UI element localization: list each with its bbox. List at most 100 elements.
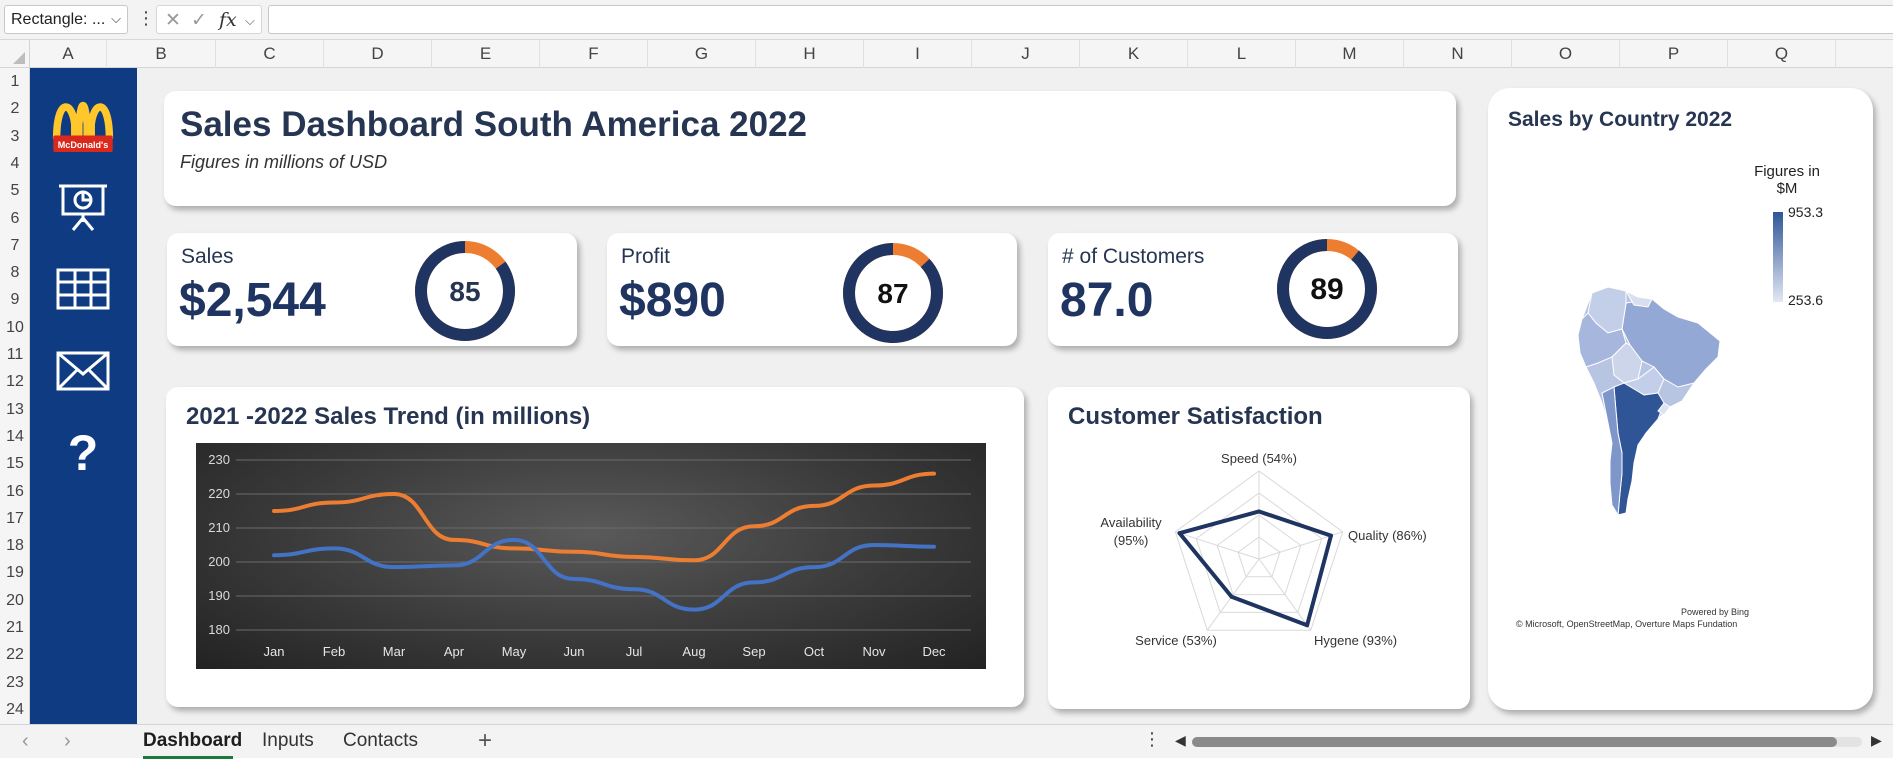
row-header[interactable]: 21 <box>0 614 30 641</box>
series-point <box>812 504 816 508</box>
column-header[interactable]: G <box>648 40 756 68</box>
add-sheet-button[interactable]: + <box>478 727 492 755</box>
column-header[interactable]: H <box>756 40 864 68</box>
chevron-left-icon[interactable]: ‹ <box>22 730 29 753</box>
series-point <box>512 546 516 550</box>
column-header[interactable]: J <box>972 40 1080 68</box>
row-header[interactable]: 18 <box>0 532 30 559</box>
select-all-corner[interactable] <box>0 40 30 68</box>
series-point <box>572 550 576 554</box>
column-headers: ABCDEFGHIJKLMNOPQ <box>0 40 1893 68</box>
row-header[interactable]: 7 <box>0 232 30 259</box>
column-header[interactable]: A <box>30 40 107 68</box>
column-header[interactable]: M <box>1296 40 1404 68</box>
column-header[interactable]: L <box>1188 40 1296 68</box>
column-header[interactable]: N <box>1404 40 1512 68</box>
row-header[interactable]: 12 <box>0 368 30 395</box>
chevron-down-icon[interactable]: ⌵ <box>245 13 255 29</box>
sidebar: McDonald's ? <box>30 68 137 724</box>
donut-label: 89 <box>1310 273 1343 306</box>
row-header[interactable]: 16 <box>0 478 30 505</box>
row-header[interactable]: 22 <box>0 641 30 668</box>
series-point <box>332 546 336 550</box>
x-tick-label: Nov <box>862 644 886 659</box>
formula-bar: Rectangle: ... ⌵ ⋮ ✕ ✓ fx ⌵ <box>0 0 1893 40</box>
y-tick-label: 190 <box>208 588 230 603</box>
more-options-icon[interactable]: ⋮ <box>1143 729 1161 750</box>
kpi-card-customers: # of Customers 87.0 89 <box>1048 233 1458 346</box>
column-header[interactable]: B <box>107 40 216 68</box>
series-point <box>392 492 396 496</box>
x-tick-label: Jul <box>626 644 643 659</box>
row-header[interactable]: 23 <box>0 669 30 696</box>
column-header[interactable]: E <box>432 40 540 68</box>
series-point <box>452 538 456 542</box>
x-tick-label: Feb <box>323 644 345 659</box>
scrollbar-thumb[interactable] <box>1192 737 1837 747</box>
map-legend-title: Figures in $M <box>1754 163 1820 197</box>
chevron-right-icon[interactable]: › <box>64 730 71 753</box>
series-point <box>632 555 636 559</box>
series-point <box>332 501 336 504</box>
column-header[interactable]: P <box>1620 40 1728 68</box>
row-header[interactable]: 10 <box>0 314 30 341</box>
y-tick-label: 210 <box>208 520 230 535</box>
scroll-left-icon[interactable]: ◀ <box>1175 732 1186 749</box>
tab-dashboard[interactable]: Dashboard <box>143 730 242 752</box>
x-tick-label: Jun <box>564 644 585 659</box>
series-point <box>932 472 936 476</box>
row-header[interactable]: 2 <box>0 95 30 122</box>
series-point <box>632 587 636 591</box>
radar-axis-label: Speed (54%) <box>1221 451 1297 466</box>
donut-label: 85 <box>449 276 480 307</box>
row-header[interactable]: 17 <box>0 505 30 532</box>
row-header[interactable]: 9 <box>0 286 30 313</box>
column-header[interactable]: F <box>540 40 648 68</box>
column-header[interactable]: O <box>1512 40 1620 68</box>
series-point <box>452 563 456 567</box>
sales-trend-card: 2021 -2022 Sales Trend (in millions) 180… <box>166 387 1024 707</box>
column-header[interactable]: I <box>864 40 972 68</box>
row-header[interactable]: 20 <box>0 587 30 614</box>
name-box[interactable]: Rectangle: ... ⌵ <box>4 5 128 34</box>
row-header[interactable]: 4 <box>0 150 30 177</box>
scroll-right-icon[interactable]: ▶ <box>1871 732 1882 749</box>
radar-point <box>1328 533 1333 538</box>
column-header[interactable]: D <box>324 40 432 68</box>
page-subtitle: Figures in millions of USD <box>180 152 388 172</box>
presentation-icon[interactable] <box>50 173 116 239</box>
function-icon[interactable]: fx <box>219 9 237 31</box>
worksheet-grid[interactable]: McDonald's ? Sales Dashboard South Ameri… <box>30 68 1893 724</box>
chevron-down-icon[interactable]: ⌵ <box>111 11 121 27</box>
enter-icon[interactable]: ✓ <box>191 9 207 32</box>
horizontal-scrollbar[interactable]: ◀ ▶ <box>1172 732 1886 752</box>
row-header[interactable]: 15 <box>0 450 30 477</box>
tab-inputs[interactable]: Inputs <box>262 730 314 752</box>
row-header[interactable]: 3 <box>0 123 30 150</box>
row-header[interactable]: 5 <box>0 177 30 204</box>
series-point <box>872 543 876 547</box>
series-point <box>392 565 396 569</box>
row-header[interactable]: 1 <box>0 68 30 95</box>
series-point <box>932 545 936 549</box>
formula-input[interactable] <box>268 5 1893 34</box>
row-header[interactable]: 8 <box>0 259 30 286</box>
table-icon[interactable] <box>50 256 116 322</box>
x-tick-label: Aug <box>682 644 705 659</box>
radar-axis-label: Quality (86%) <box>1348 528 1427 543</box>
column-header[interactable]: Q <box>1728 40 1836 68</box>
row-header[interactable]: 11 <box>0 341 30 368</box>
more-options-icon[interactable]: ⋮ <box>137 8 155 29</box>
customer-satisfaction-card: Customer Satisfaction Speed (54%) Quality… <box>1048 387 1470 709</box>
help-icon[interactable]: ? <box>50 420 116 486</box>
row-header[interactable]: 19 <box>0 559 30 586</box>
row-header[interactable]: 6 <box>0 205 30 232</box>
cancel-icon[interactable]: ✕ <box>165 9 181 32</box>
column-header[interactable]: K <box>1080 40 1188 68</box>
row-header[interactable]: 13 <box>0 396 30 423</box>
column-header[interactable]: C <box>216 40 324 68</box>
mail-icon[interactable] <box>50 338 116 404</box>
row-header[interactable]: 14 <box>0 423 30 450</box>
row-header[interactable]: 24 <box>0 696 30 723</box>
tab-contacts[interactable]: Contacts <box>343 730 418 752</box>
